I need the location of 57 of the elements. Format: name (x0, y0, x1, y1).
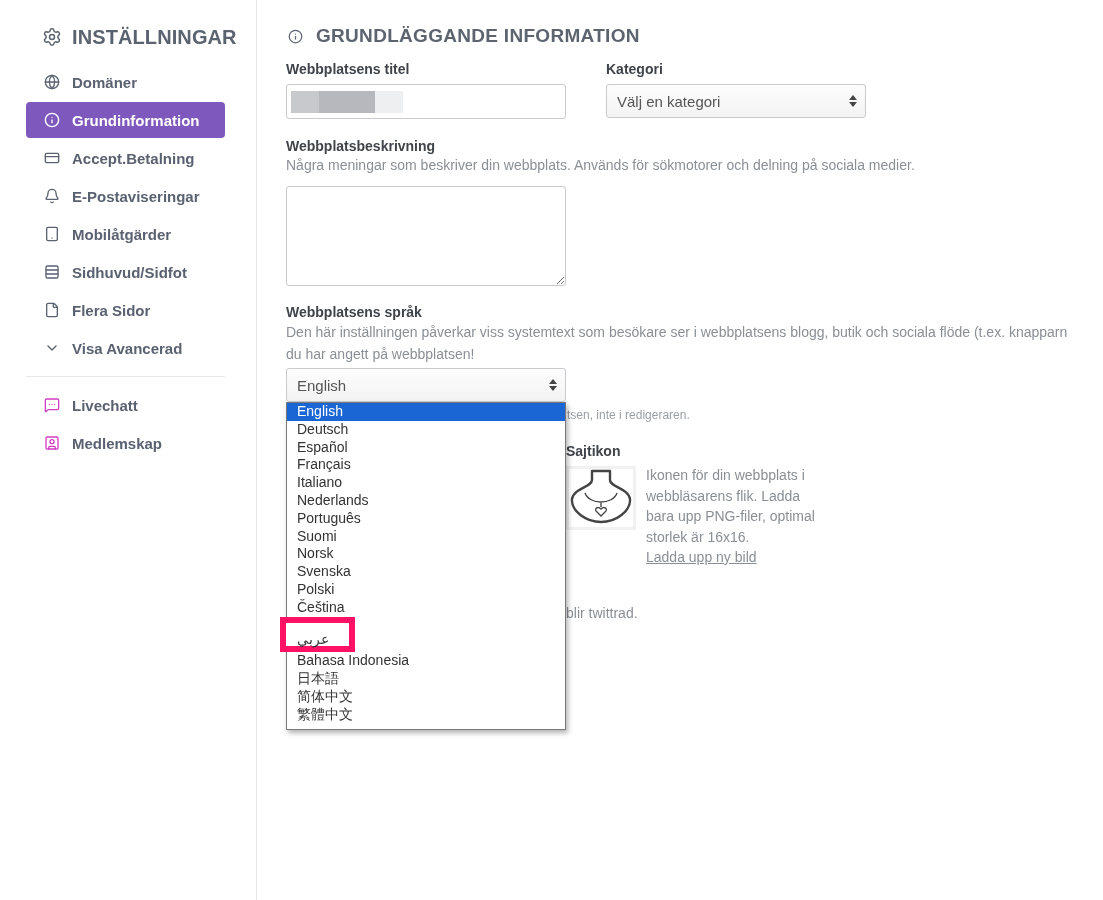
language-option[interactable]: Français (287, 456, 565, 475)
language-option[interactable]: 简体中文 (287, 687, 565, 706)
sidebar-item[interactable]: Livechatt (26, 387, 225, 423)
language-option[interactable]: Norsk (287, 545, 565, 564)
language-option[interactable]: عربي (280, 616, 355, 653)
user-square-icon (44, 435, 60, 451)
language-note: tsen, inte i redigeraren. (567, 407, 691, 423)
field-label: Kategori (606, 60, 664, 78)
field-label: Webbplatsens titel (286, 60, 411, 78)
language-option[interactable]: Bahasa Indonesia (287, 652, 565, 670)
sidebar-item[interactable]: Domäner (26, 64, 225, 100)
card-icon (44, 150, 60, 166)
up-down-arrows-icon (849, 95, 857, 107)
sidebar-item[interactable]: Accept.Betalning (26, 140, 225, 176)
language-option[interactable]: Svenska (287, 563, 565, 581)
field-label: Webbplatsens språk (286, 303, 423, 321)
site-icon-description: Ikonen för din webbplats i webbläsarens flik. Ladda bara upp PNG-filer, optimal storlek är 16x16. Ladda upp ny bild (646, 466, 816, 567)
sidebar-item[interactable]: Sidhuvud/Sidfot (26, 254, 225, 290)
language-select[interactable]: English (286, 368, 566, 402)
page-icon (44, 302, 60, 318)
title-input[interactable] (286, 84, 566, 119)
sidebar-item[interactable]: Medlemskap (26, 425, 225, 461)
share-note: blir twittrad. (566, 603, 639, 623)
tablet-icon (44, 226, 60, 242)
sidebar-item[interactable]: Mobilåtgärder (26, 216, 225, 252)
language-option[interactable]: Español (287, 438, 565, 457)
language-option[interactable]: Português (287, 509, 565, 528)
sidebar-item[interactable]: E-Postaviseringar (26, 178, 225, 214)
sidebar-title: INSTÄLLNINGAR (72, 25, 237, 49)
field-hint: Några meningar som beskriver din webbplats. Används för sökmotorer och delning på sociala medier. (286, 156, 916, 175)
language-option[interactable]: Nederlands (287, 492, 565, 510)
language-option[interactable]: Polski (287, 580, 565, 599)
field-hint: du har angett på webbplatsen! (286, 345, 476, 364)
info-icon (288, 28, 303, 44)
sidebar-item[interactable]: Grundinformation (26, 102, 225, 138)
field-label: Sajtikon (566, 442, 622, 460)
language-option[interactable]: English (287, 403, 565, 421)
settings-icon (42, 27, 62, 47)
language-option[interactable]: 繁體中文 (287, 705, 565, 724)
field-label: Webbplatsbeskrivning (286, 137, 437, 155)
language-option[interactable]: 日本語 (287, 669, 565, 688)
rows-icon (44, 264, 60, 280)
language-option[interactable]: Suomi (287, 527, 565, 546)
language-option[interactable]: Čeština (287, 598, 565, 617)
category-select[interactable]: Välj en kategori (606, 84, 866, 118)
sidebar-item[interactable]: Visa Avancerad (26, 330, 225, 366)
up-down-arrows-icon (549, 379, 557, 391)
section-title: GRUNDLÄGGANDE INFORMATION (316, 25, 640, 47)
language-option[interactable]: Deutsch (287, 420, 565, 439)
bell-icon (44, 188, 60, 204)
info-icon (44, 112, 60, 128)
sidebar-item[interactable]: Flera Sidor (26, 292, 225, 328)
language-option[interactable]: Italiano (287, 474, 565, 492)
globe-icon (44, 74, 60, 90)
chat-icon (44, 397, 60, 413)
field-hint: Den här inställningen påverkar viss systemtext som besökare ser i webbplatsens blogg, butik och sociala flöde (t.ex. knapparn (286, 323, 1069, 342)
description-textarea[interactable] (286, 186, 566, 286)
